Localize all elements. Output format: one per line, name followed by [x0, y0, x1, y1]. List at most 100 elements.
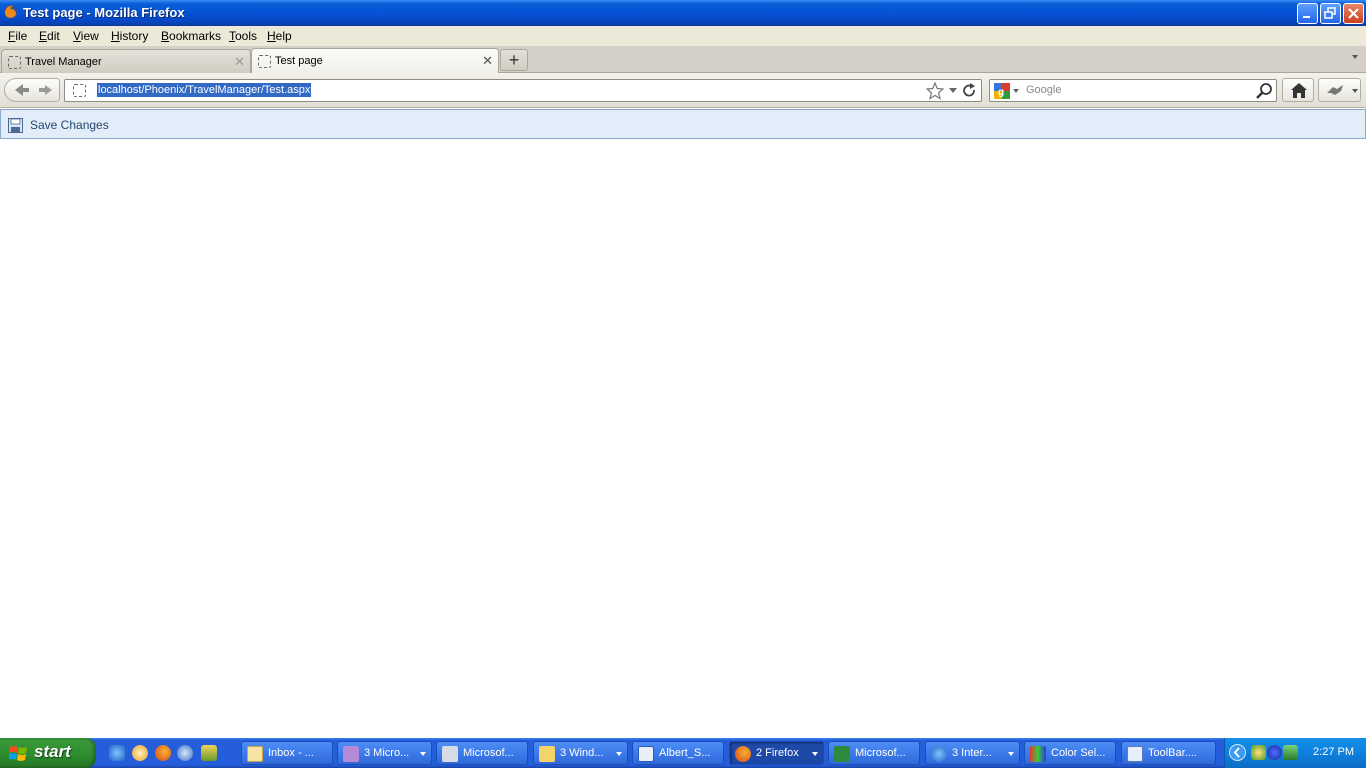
firefox-quicklaunch-icon[interactable] — [155, 745, 171, 761]
task-label: Color Sel... — [1051, 747, 1106, 759]
save-icon — [8, 117, 23, 133]
start-button[interactable]: start — [0, 738, 96, 768]
window-title: Test page - Mozilla Firefox — [23, 5, 185, 20]
folder-icon — [539, 746, 555, 762]
menu-help[interactable]: Help — [267, 29, 292, 43]
minimize-button[interactable] — [1297, 3, 1318, 24]
back-arrow-icon[interactable] — [15, 84, 29, 96]
excel-icon — [834, 746, 850, 762]
list-all-tabs-icon[interactable] — [1352, 55, 1358, 59]
group-dropdown-icon — [420, 752, 426, 756]
task-microsoft-tool[interactable]: Microsof... — [436, 741, 528, 765]
menu-bookmarks[interactable]: Bookmarks — [161, 29, 221, 43]
document-icon — [1127, 746, 1143, 762]
page-icon — [8, 56, 21, 69]
tab-label: Test page — [275, 55, 323, 67]
home-button[interactable] — [1282, 78, 1314, 102]
menu-edit[interactable]: Edit — [39, 29, 60, 43]
minimize-icon — [1303, 16, 1310, 18]
clock-quicklaunch-icon[interactable] — [132, 745, 148, 761]
forward-arrow-icon[interactable] — [39, 85, 52, 95]
system-tray: 2:27 PM — [1224, 738, 1366, 768]
tab-travel-manager[interactable]: Travel Manager ✕ — [1, 49, 251, 73]
save-changes-button[interactable]: Save Changes — [8, 116, 109, 134]
word-icon — [638, 746, 654, 762]
task-label: Albert_S... — [659, 747, 711, 759]
task-internet-explorer-group[interactable]: 3 Inter... — [925, 741, 1020, 765]
back-forward-buttons — [4, 78, 60, 102]
tab-label: Travel Manager — [25, 56, 102, 68]
site-identity-icon[interactable] — [73, 84, 86, 97]
task-label: 3 Inter... — [952, 747, 992, 759]
addon-icon — [1327, 85, 1343, 95]
home-icon — [1291, 83, 1307, 98]
settings-quicklaunch-icon[interactable] — [177, 745, 193, 761]
network-activity-icon[interactable] — [1267, 745, 1282, 760]
search-icon[interactable] — [1256, 83, 1273, 100]
task-inbox[interactable]: Inbox - ... — [241, 741, 333, 765]
url-bar[interactable]: localhost/Phoenix/TravelManager/Test.asp… — [64, 79, 982, 102]
ie-quicklaunch-icon[interactable] — [109, 745, 125, 761]
task-label: ToolBar.... — [1148, 747, 1197, 759]
menu-view[interactable]: View — [73, 29, 99, 43]
reload-icon[interactable] — [962, 83, 977, 98]
menu-bar: File Edit View History Bookmarks Tools H… — [0, 26, 1366, 46]
svg-text:g: g — [998, 87, 1004, 98]
task-label: 3 Micro... — [364, 747, 410, 759]
taskbar: start Inbox - ... 3 Micro... Microsof...… — [0, 738, 1366, 768]
chevron-down-icon — [1352, 89, 1358, 93]
tab-test-page[interactable]: Test page ✕ — [251, 48, 499, 73]
task-windows-explorer-group[interactable]: 3 Wind... — [533, 741, 628, 765]
outlook-icon — [247, 746, 263, 762]
task-label: 2 Firefox — [756, 747, 799, 759]
restore-icon — [1324, 7, 1336, 19]
group-dropdown-icon — [812, 752, 818, 756]
task-toolbar-document[interactable]: ToolBar.... — [1121, 741, 1216, 765]
tray-app-icon[interactable] — [1251, 745, 1266, 760]
search-input[interactable]: Google — [1026, 84, 1061, 96]
close-tab-icon[interactable]: ✕ — [234, 54, 245, 70]
google-search-engine-icon[interactable]: g — [994, 83, 1011, 99]
restore-button[interactable] — [1320, 3, 1341, 24]
page-toolbar: Save Changes — [0, 109, 1366, 139]
network-connection-icon[interactable] — [1283, 745, 1298, 760]
page-icon — [258, 55, 271, 68]
show-hidden-icons-icon[interactable] — [1229, 744, 1246, 761]
task-firefox-group[interactable]: 2 Firefox — [729, 741, 824, 765]
close-window-button[interactable] — [1343, 3, 1364, 24]
save-changes-label: Save Changes — [30, 118, 109, 132]
plus-icon: + — [508, 50, 520, 70]
menu-file[interactable]: File — [8, 29, 27, 43]
addon-toolbar-button[interactable] — [1318, 78, 1361, 102]
task-label: Microsof... — [855, 747, 906, 759]
bookmark-star-icon[interactable] — [926, 82, 944, 100]
close-tab-icon[interactable]: ✕ — [482, 53, 493, 69]
group-dropdown-icon — [1008, 752, 1014, 756]
new-tab-button[interactable]: + — [500, 49, 528, 71]
visual-studio-icon — [343, 746, 359, 762]
ie-icon — [931, 746, 947, 762]
group-dropdown-icon — [616, 752, 622, 756]
app-quicklaunch-icon[interactable] — [201, 745, 217, 761]
url-input[interactable]: localhost/Phoenix/TravelManager/Test.asp… — [97, 83, 312, 97]
tools-icon — [442, 746, 458, 762]
window-titlebar[interactable]: Test page - Mozilla Firefox — [0, 0, 1366, 26]
start-label: start — [34, 742, 71, 761]
task-word-document[interactable]: Albert_S... — [632, 741, 724, 765]
color-icon — [1030, 746, 1046, 762]
url-history-dropdown-icon[interactable] — [949, 88, 957, 94]
task-label: 3 Wind... — [560, 747, 604, 759]
task-label: Inbox - ... — [268, 747, 314, 759]
clock[interactable]: 2:27 PM — [1313, 746, 1354, 758]
firefox-icon — [4, 5, 18, 19]
search-engine-dropdown-icon[interactable] — [1013, 89, 1019, 93]
close-icon — [1348, 8, 1359, 19]
search-bar[interactable]: g Google — [989, 79, 1277, 102]
task-visual-studio-group[interactable]: 3 Micro... — [337, 741, 432, 765]
menu-history[interactable]: History — [111, 29, 148, 43]
task-color-selector[interactable]: Color Sel... — [1024, 741, 1116, 765]
task-excel[interactable]: Microsof... — [828, 741, 920, 765]
firefox-icon — [735, 746, 751, 762]
menu-tools[interactable]: Tools — [229, 29, 257, 43]
task-label: Microsof... — [463, 747, 514, 759]
